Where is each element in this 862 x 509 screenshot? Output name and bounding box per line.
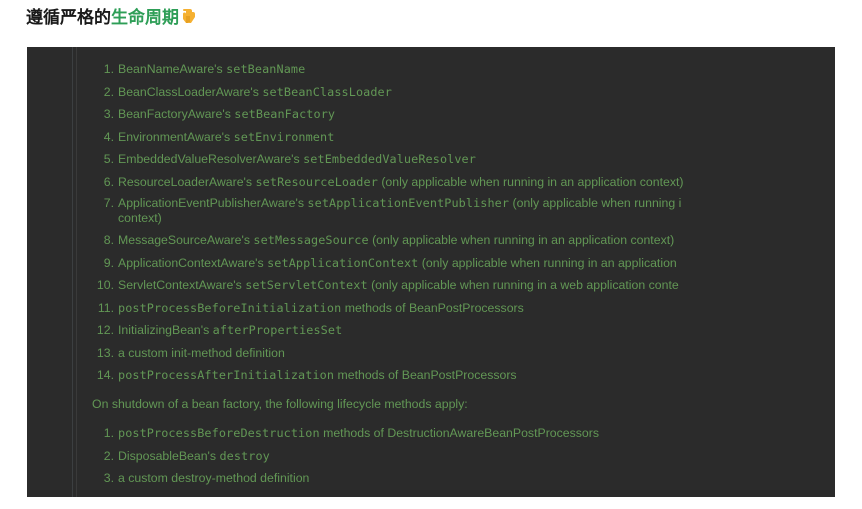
list-item: 1. postProcessBeforeDestruction methods o… xyxy=(82,422,835,445)
list-item: 4. EnvironmentAware's setEnvironment xyxy=(82,126,835,149)
item-text: ApplicationEventPublisherAware's xyxy=(118,196,308,210)
item-text: InitializingBean's xyxy=(118,323,213,337)
list-item: 3. BeanFactoryAware's setBeanFactory xyxy=(82,103,835,126)
startup-lifecycle-list: 1. BeanNameAware's setBeanName 2. BeanClass… xyxy=(82,58,835,387)
item-text: a custom destroy-method definition xyxy=(118,471,310,485)
list-number: 13. xyxy=(96,345,114,360)
method-name: setResourceLoader xyxy=(255,174,378,189)
list-number: 3. xyxy=(103,471,114,485)
heading-highlight: 生命周期 xyxy=(111,7,179,28)
list-item: 9. ApplicationContextAware's setApplicati… xyxy=(82,252,835,275)
list-number: 1. xyxy=(103,62,114,76)
gutter-divider xyxy=(76,47,77,497)
list-number: 7. xyxy=(103,196,114,210)
list-number: 2. xyxy=(103,84,114,99)
list-item: 8. MessageSourceAware's setMessageSource … xyxy=(82,229,835,252)
list-number: 4. xyxy=(103,129,114,144)
heading-text: 遵循严格的 xyxy=(26,7,111,28)
list-item: 13. a custom init-method definition xyxy=(82,342,835,365)
method-name: setEnvironment xyxy=(233,129,335,144)
item-note: (only applicable when running in an appl… xyxy=(377,174,684,189)
item-text: MessageSourceAware's xyxy=(118,233,254,247)
item-note: methods of BeanPostProcessors xyxy=(334,368,517,382)
list-number: 5. xyxy=(103,152,114,166)
item-text: ServletContextAware's xyxy=(118,278,246,292)
item-text: DisposableBean's xyxy=(118,448,220,463)
method-name: postProcessAfterInitialization xyxy=(118,368,335,382)
list-number: 1. xyxy=(103,426,114,440)
list-item: 7. ApplicationEventPublisherAware's setAp… xyxy=(82,193,835,229)
list-number: 3. xyxy=(103,107,114,121)
list-item: 2. DisposableBean's destroy xyxy=(82,445,835,468)
method-name: setEmbeddedValueResolver xyxy=(303,152,476,166)
method-name: setBeanName xyxy=(226,62,306,76)
list-item: 5. EmbeddedValueResolverAware's setEmbedd… xyxy=(82,148,835,171)
method-name: setServletContext xyxy=(245,278,368,292)
list-number: 8. xyxy=(103,233,114,247)
list-item: 2. BeanClassLoaderAware's setBeanClassLoa… xyxy=(82,81,835,104)
item-note: (only applicable when running i xyxy=(509,196,682,210)
list-number: 9. xyxy=(103,255,114,270)
item-note: methods of DestructionAwareBeanPostProce… xyxy=(319,426,599,440)
shutdown-lifecycle-list: 1. postProcessBeforeDestruction methods o… xyxy=(82,422,835,490)
list-item: 10. ServletContextAware's setServletConte… xyxy=(82,274,835,297)
item-text: BeanFactoryAware's xyxy=(118,107,235,121)
list-item: 6. ResourceLoaderAware's setResourceLoade… xyxy=(82,171,835,194)
method-name: destroy xyxy=(219,448,270,463)
item-text: EmbeddedValueResolverAware's xyxy=(118,152,304,166)
method-name: setBeanFactory xyxy=(234,107,336,121)
list-number: 14. xyxy=(96,368,114,382)
list-item: 11. postProcessBeforeInitialization metho… xyxy=(82,297,835,320)
list-number: 6. xyxy=(103,174,114,189)
section-heading: 遵循严格的 生命周期 xyxy=(26,2,197,28)
method-name: setApplicationContext xyxy=(267,255,419,270)
item-note: (only applicable when running in an appl… xyxy=(368,233,675,247)
method-name: setMessageSource xyxy=(253,233,369,247)
list-number: 10. xyxy=(96,278,114,292)
pointing-hand-icon xyxy=(181,7,197,25)
item-text: BeanNameAware's xyxy=(118,62,227,76)
list-item: 1. BeanNameAware's setBeanName xyxy=(82,58,835,81)
list-number: 2. xyxy=(103,448,114,463)
gutter-divider xyxy=(72,47,73,497)
item-text: a custom init-method definition xyxy=(118,345,285,360)
item-note: (only applicable when running in a web a… xyxy=(367,278,679,292)
method-name: setApplicationEventPublisher xyxy=(307,196,510,210)
list-item: 3. a custom destroy-method definition xyxy=(82,467,835,490)
method-name: postProcessBeforeInitialization xyxy=(118,300,342,315)
item-text: EnvironmentAware's xyxy=(118,129,234,144)
list-item: 12. InitializingBean's afterPropertiesSet xyxy=(82,319,835,342)
method-name: afterPropertiesSet xyxy=(212,323,343,337)
shutdown-intro: On shutdown of a bean factory, the follo… xyxy=(92,397,468,411)
list-number: 11. xyxy=(97,300,114,315)
item-text: BeanClassLoaderAware's xyxy=(118,84,263,99)
method-name: setBeanClassLoader xyxy=(262,84,392,99)
method-name: postProcessBeforeDestruction xyxy=(118,426,320,440)
list-item: 14. postProcessAfterInitialization method… xyxy=(82,364,835,387)
item-text: ResourceLoaderAware's xyxy=(118,174,256,189)
item-text: ApplicationContextAware's xyxy=(118,255,268,270)
javadoc-panel: 1. BeanNameAware's setBeanName 2. BeanClass… xyxy=(27,47,835,497)
item-note: methods of BeanPostProcessors xyxy=(341,300,524,315)
list-number: 12. xyxy=(96,323,114,337)
item-note: (only applicable when running in an appl… xyxy=(418,255,677,270)
item-note-continued: context) xyxy=(118,211,162,225)
javadoc-content: 1. BeanNameAware's setBeanName 2. BeanClass… xyxy=(82,47,835,497)
